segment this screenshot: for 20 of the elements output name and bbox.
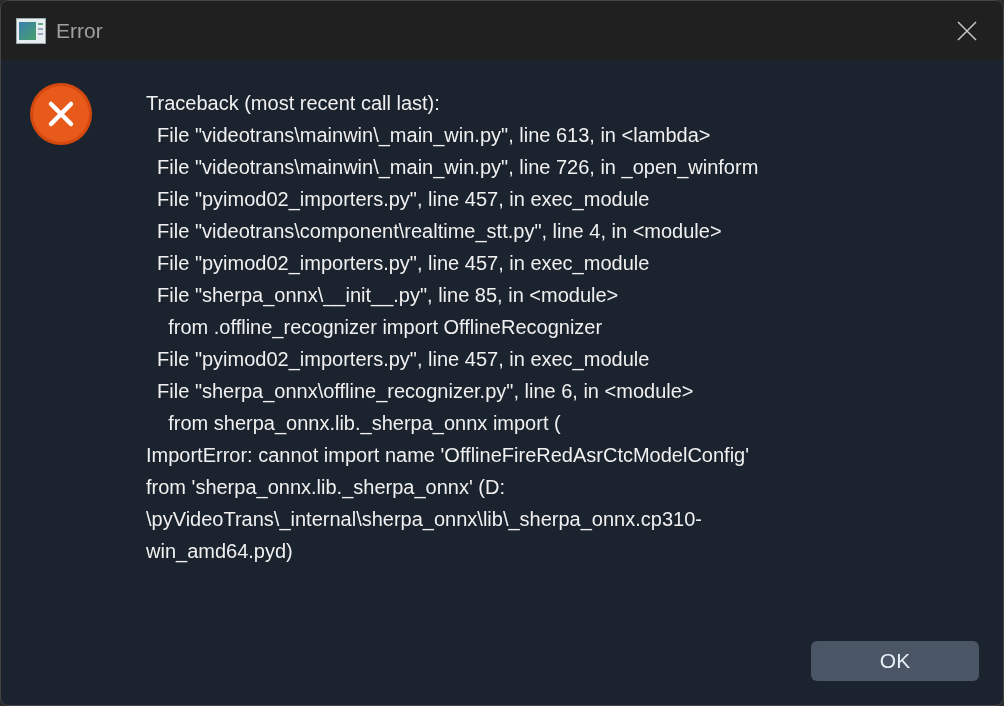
- traceback-line: from sherpa_onnx.lib._sherpa_onnx import (: [167, 411, 562, 437]
- traceback-line: ImportError: cannot import name 'OfflineFireRedAsrCtcModelConfig': [146, 443, 751, 468]
- app-window-icon: [16, 17, 46, 44]
- ok-button[interactable]: OK: [811, 641, 979, 681]
- window-title: Error: [56, 18, 104, 43]
- traceback-line: File "videotrans\mainwin\_main_win.py", line 726, in _open_winform: [156, 155, 759, 181]
- traceback-line: from 'sherpa_onnx.lib._sherpa_onnx' (D:: [146, 475, 506, 501]
- traceback-line: File "videotrans\component\realtime_stt.py", line 4, in <module>: [156, 219, 723, 245]
- traceback-line: Traceback (most recent call last):: [146, 91, 441, 116]
- close-icon: [957, 20, 977, 41]
- traceback-line: File "pyimod02_importers.py", line 457, in exec_module: [156, 251, 651, 277]
- traceback-line: File "pyimod02_importers.py", line 457, in exec_module: [156, 187, 651, 213]
- traceback-line: File "sherpa_onnx\__init__.py", line 85, in <module>: [156, 283, 620, 309]
- traceback-line: File "sherpa_onnx\offline_recognizer.py", line 6, in <module>: [156, 379, 695, 405]
- traceback-line: File "pyimod02_importers.py", line 457, in exec_module: [156, 347, 651, 373]
- error-icon: [29, 82, 93, 146]
- traceback-line: File "videotrans\mainwin\_main_win.py", line 613, in <lambda>: [156, 123, 712, 149]
- traceback-line: from .offline_recognizer import OfflineRecognizer: [167, 315, 604, 341]
- traceback-line: win_amd64.pyd): [146, 539, 294, 565]
- traceback-line: \pyVideoTrans\_internal\sherpa_onnx\lib\_sherpa_onnx.cp310-: [146, 507, 703, 533]
